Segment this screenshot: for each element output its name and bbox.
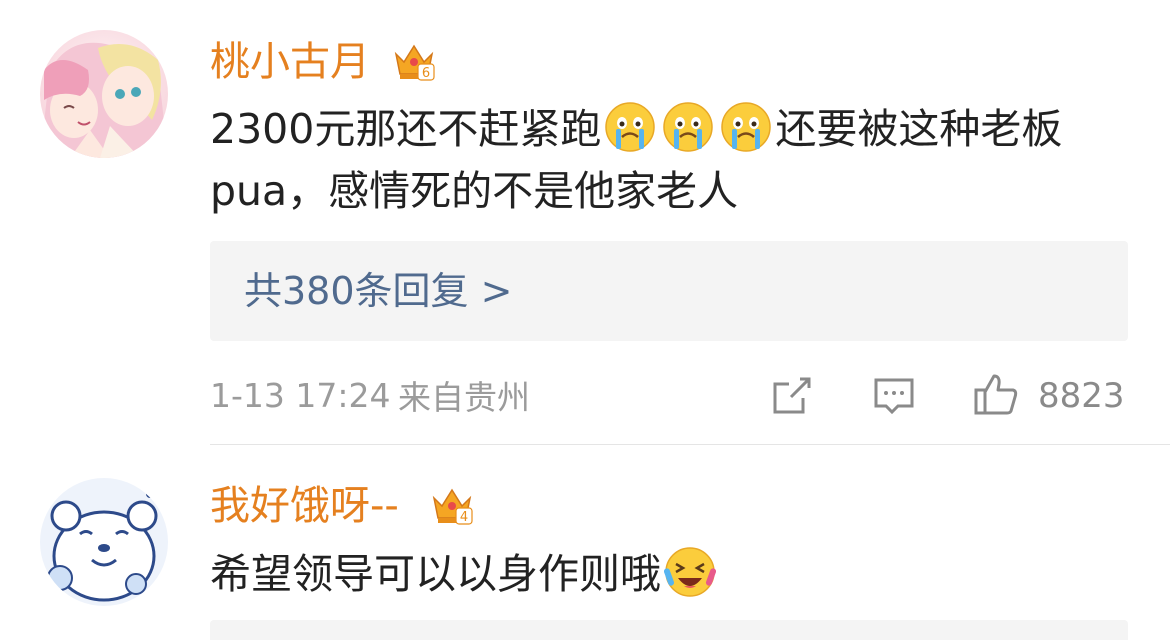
reply-count-link[interactable]: 共380条回复 > [244,265,512,317]
avatar[interactable] [40,478,168,606]
comment-item: 桃小古月 6 2300元那还不赶紧跑 还要被这种老板pua，感情死的不是他家老人 … [0,0,1170,445]
reply-summary-box[interactable] [210,620,1128,640]
comment-text-part1: 希望领导可以以身作则哦 [210,550,661,598]
reply-summary-box[interactable]: 共380条回复 > [210,241,1128,341]
crying-face-icon [720,101,772,153]
crying-face-icon [604,101,656,153]
timestamp: 1-13 17:24 [210,376,391,415]
comment-icon[interactable] [872,374,916,422]
share-icon[interactable] [770,374,814,422]
like-count: 8823 [1038,376,1125,416]
thumbs-up-icon[interactable] [972,370,1020,422]
level-number: 4 [460,510,468,525]
crying-face-icon [662,101,714,153]
location: 来自贵州 [398,378,530,417]
crown-badge-icon[interactable]: 4 [430,484,474,528]
comment-text: 希望领导可以以身作则哦 [210,543,1140,605]
laughing-crying-face-icon [663,546,717,598]
crown-badge-icon[interactable]: 6 [392,40,436,84]
comment-text: 2300元那还不赶紧跑 还要被这种老板pua，感情死的不是他家老人 [210,98,1140,222]
username[interactable]: 我好饿呀-- [210,482,399,530]
comment-item: 我好饿呀-- 4 希望领导可以以身作则哦 [0,445,1170,640]
username[interactable]: 桃小古月 [210,38,370,86]
level-number: 6 [422,66,430,81]
avatar[interactable] [40,30,168,158]
comment-text-part1: 2300元那还不赶紧跑 [210,105,602,153]
